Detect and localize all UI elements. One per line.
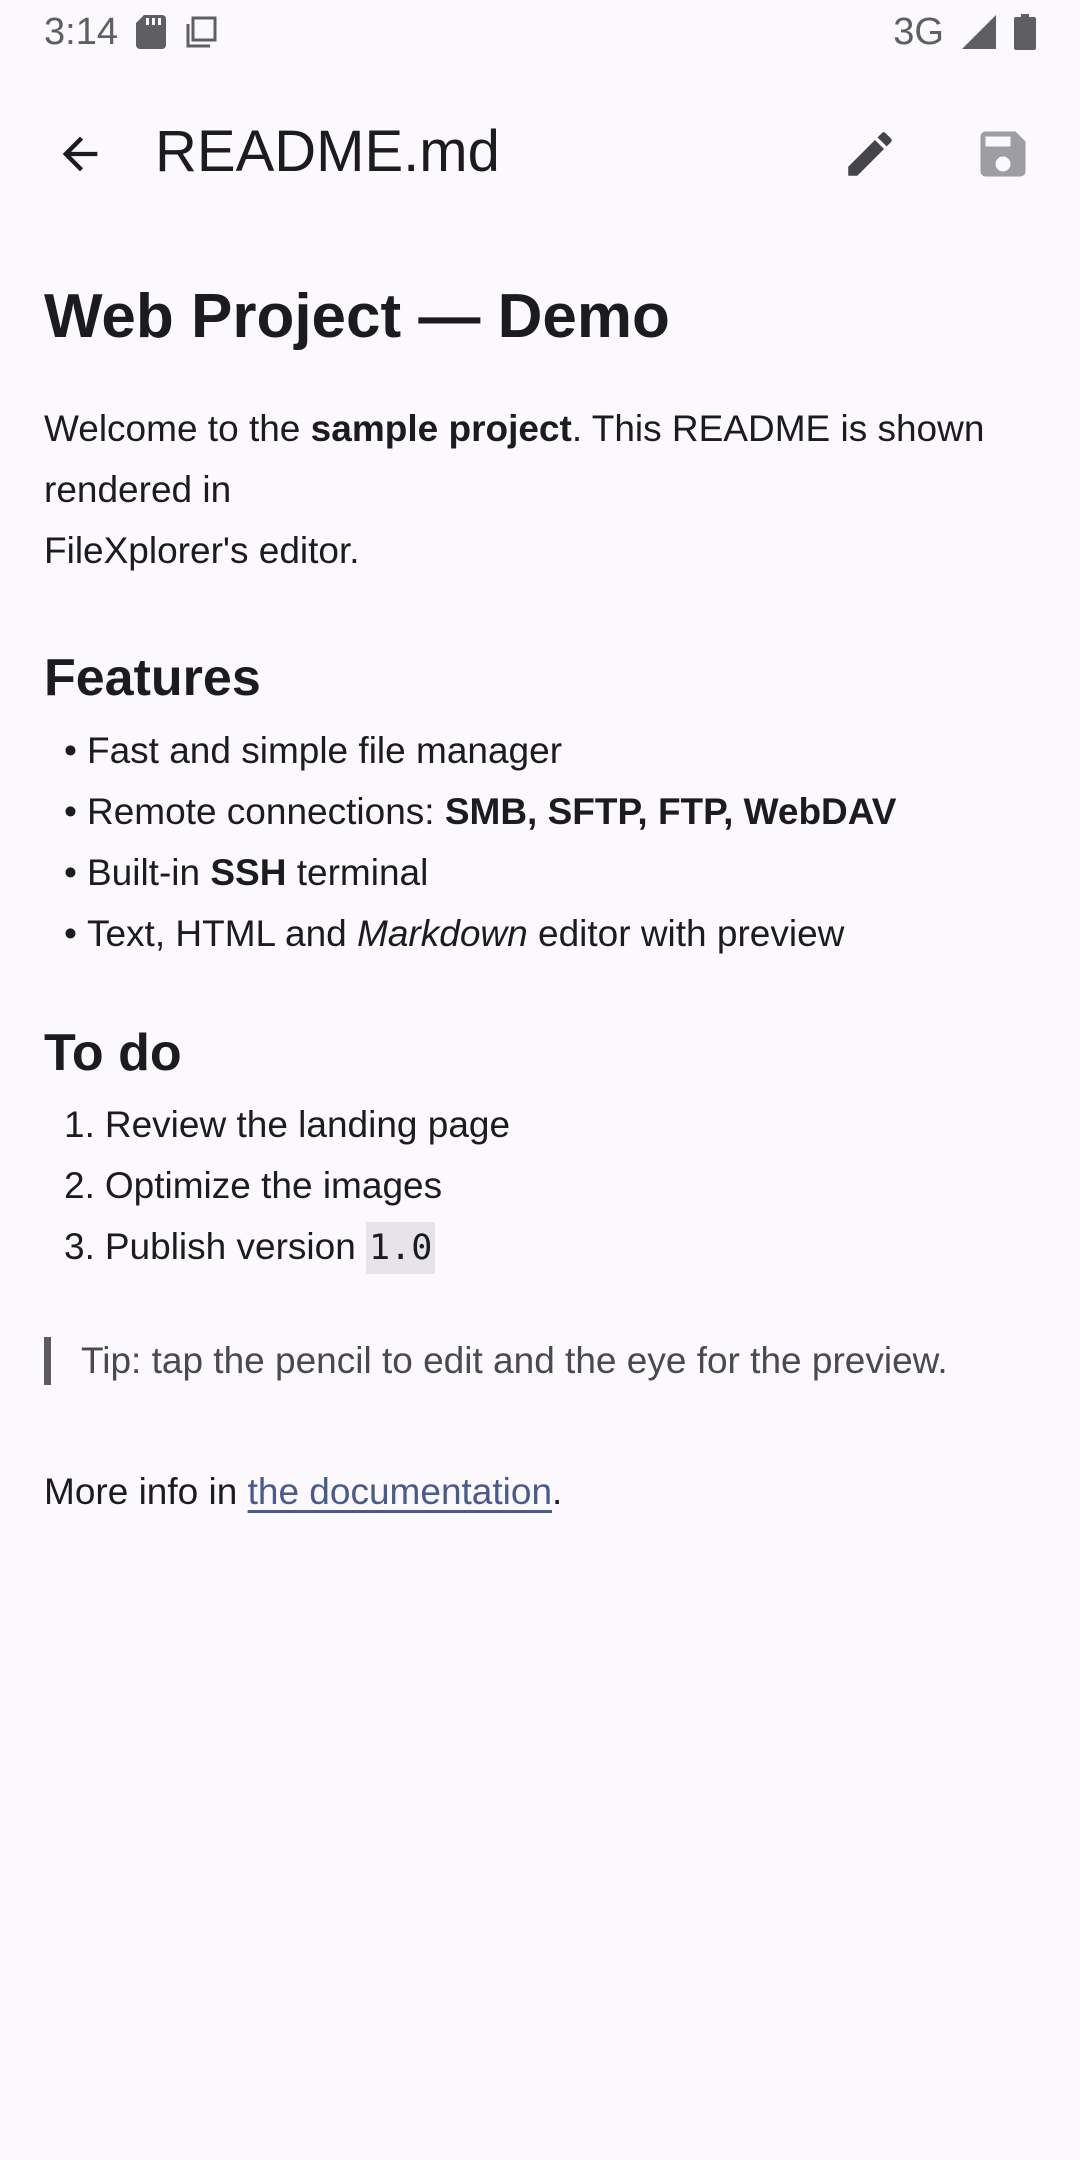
intro-paragraph: Welcome to the sample project. This READ… <box>44 398 1044 581</box>
screen: 3:14 3G README.md Web Project — Demo Wel… <box>0 0 1080 2160</box>
document-title: Web Project — Demo <box>44 282 670 351</box>
list-number: 2. <box>64 1165 95 1207</box>
signal-icon <box>962 15 996 49</box>
list-item-text: Review the landing page <box>104 1104 511 1146</box>
list-item-italic: Markdown <box>357 912 528 954</box>
back-arrow-icon <box>62 136 98 172</box>
list-number: 1. <box>64 1104 95 1146</box>
list-item-text: Remote connections: <box>86 790 445 832</box>
list-item: 1. Review the landing page <box>64 1094 1044 1155</box>
list-item-text: Built-in <box>86 851 211 893</box>
more-info-text: More info in <box>44 1471 248 1513</box>
list-number: 3. <box>64 1226 95 1268</box>
documentation-link[interactable]: the documentation <box>248 1471 552 1512</box>
sd-card-icon <box>135 15 166 49</box>
back-button[interactable] <box>40 114 120 194</box>
more-info-period: . <box>552 1471 563 1513</box>
list-item: • Fast and simple file manager <box>64 729 563 771</box>
features-heading: Features <box>44 649 261 708</box>
features-list: • Fast and simple file manager • Remote co… <box>44 720 1044 964</box>
list-item: • Remote connections: SMB, SFTP, FTP, Web… <box>64 790 897 832</box>
pencil-icon <box>848 132 892 176</box>
status-right: 3G <box>893 11 1036 54</box>
list-item: • Built-in SSH terminal <box>64 851 429 893</box>
list-item: • Text, HTML and Markdown editor with pre… <box>64 912 845 954</box>
list-item-text: Optimize the images <box>104 1165 443 1207</box>
list-item: 2. Optimize the images <box>64 1155 1044 1216</box>
copy-icon <box>184 15 218 49</box>
app-bar: README.md <box>0 88 1080 218</box>
intro-bold: sample project <box>310 408 572 450</box>
markdown-preview[interactable]: Web Project — Demo Welcome to the sample… <box>44 280 1044 1522</box>
battery-icon <box>1014 14 1036 50</box>
list-item-text: Publish version <box>104 1226 367 1268</box>
status-time: 3:14 <box>44 10 118 53</box>
tip-blockquote: Tip: tap the pencil to edit and the eye … <box>44 1337 1044 1386</box>
list-item-text-post: editor with preview <box>527 912 845 954</box>
status-left: 3:14 <box>44 11 218 54</box>
inline-code: 1.0 <box>366 1222 436 1275</box>
save-button[interactable] <box>963 114 1043 194</box>
save-icon <box>980 131 1026 177</box>
more-info-paragraph: More info in the documentation. <box>44 1461 1044 1522</box>
todo-list: 1. Review the landing page 2. Optimize the… <box>44 1094 1044 1279</box>
intro-pre: Welcome to the <box>44 408 311 450</box>
network-type: 3G <box>893 10 944 53</box>
list-item-bold: SMB, SFTP, FTP, WebDAV <box>444 790 897 832</box>
edit-button[interactable] <box>830 114 910 194</box>
list-item: 3. Publish version 1.0 <box>64 1216 1044 1279</box>
list-item-text: Fast and simple file manager <box>86 729 563 771</box>
list-item-bold: SSH <box>210 851 287 893</box>
app-title: README.md <box>155 119 500 184</box>
intro-line2: FileXplorer's editor. <box>44 530 360 572</box>
todo-heading: To do <box>44 1023 182 1082</box>
status-bar: 3:14 3G <box>0 0 1080 64</box>
list-item-text: Text, HTML and <box>86 912 358 954</box>
list-item-text-post: terminal <box>286 851 429 893</box>
